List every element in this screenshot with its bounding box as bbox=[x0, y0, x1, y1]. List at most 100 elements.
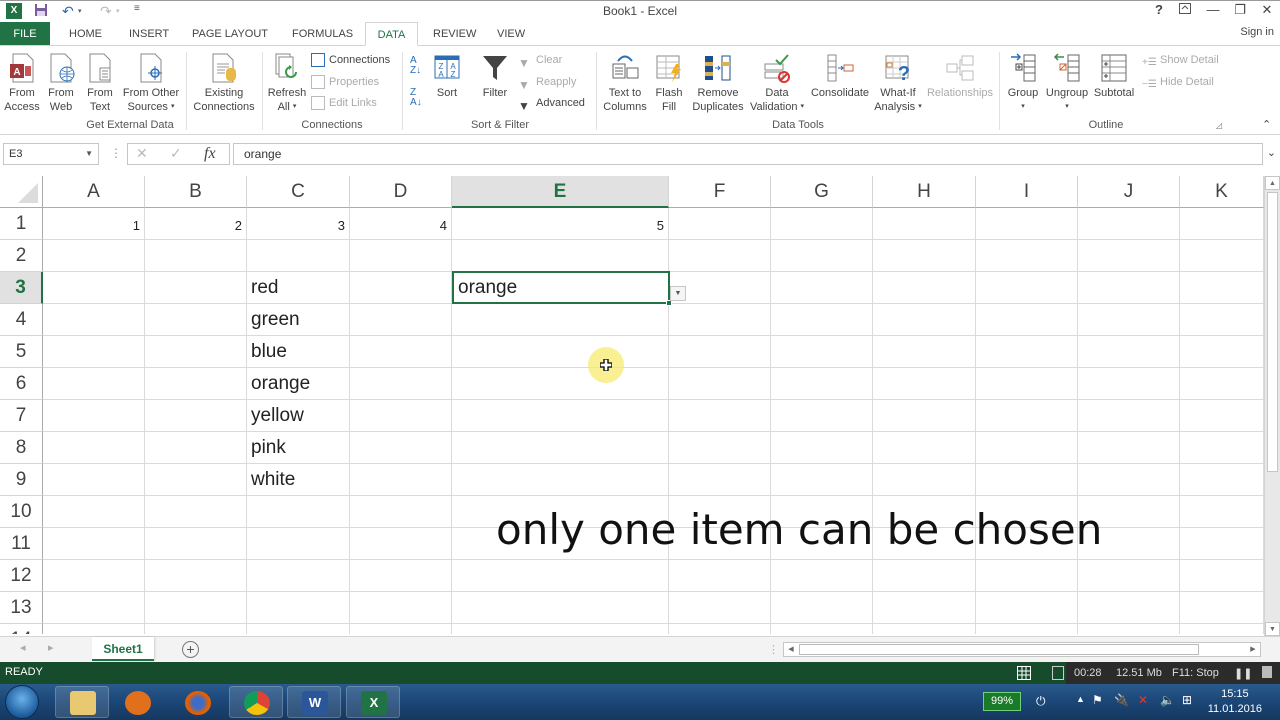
cell-a9[interactable] bbox=[43, 464, 145, 496]
cell-e8[interactable] bbox=[452, 432, 669, 464]
cell-d13[interactable] bbox=[350, 592, 452, 624]
cell-i8[interactable] bbox=[976, 432, 1078, 464]
column-header-h[interactable]: H bbox=[873, 176, 976, 208]
cell-d10[interactable] bbox=[350, 496, 452, 528]
cell-c8[interactable]: pink bbox=[247, 432, 350, 464]
cell-h7[interactable] bbox=[873, 400, 976, 432]
cell-f9[interactable] bbox=[669, 464, 771, 496]
insert-function-icon[interactable]: fx bbox=[204, 145, 216, 163]
next-sheet-icon[interactable]: ▸ bbox=[48, 641, 54, 654]
sort-a-to-z-button[interactable]: A Z↓ bbox=[410, 56, 421, 76]
column-header-i[interactable]: I bbox=[976, 176, 1078, 208]
cell-k1[interactable] bbox=[1180, 208, 1264, 240]
cell-c3[interactable]: red bbox=[247, 272, 350, 304]
cell-h13[interactable] bbox=[873, 592, 976, 624]
consolidate-button[interactable]: Consolidate bbox=[808, 52, 872, 100]
column-header-j[interactable]: J bbox=[1078, 176, 1180, 208]
cell-j13[interactable] bbox=[1078, 592, 1180, 624]
row-header-1[interactable]: 1 bbox=[0, 208, 43, 240]
cell-b10[interactable] bbox=[145, 496, 247, 528]
scroll-left-button[interactable]: ◀ bbox=[784, 643, 798, 656]
cell-f12[interactable] bbox=[669, 560, 771, 592]
cell-c10[interactable] bbox=[247, 496, 350, 528]
cell-k8[interactable] bbox=[1180, 432, 1264, 464]
cell-g5[interactable] bbox=[771, 336, 873, 368]
sign-in-link[interactable]: Sign in bbox=[1240, 26, 1274, 38]
from-other-sources-button[interactable]: From Other Sources ▾ bbox=[120, 52, 182, 114]
tab-home[interactable]: HOME bbox=[59, 22, 112, 46]
cell-g4[interactable] bbox=[771, 304, 873, 336]
cell-c5[interactable]: blue bbox=[247, 336, 350, 368]
cell-f14[interactable] bbox=[669, 624, 771, 634]
volume-icon[interactable]: 🔈 bbox=[1160, 693, 1175, 707]
cell-f1[interactable] bbox=[669, 208, 771, 240]
windows-flag-icon[interactable]: ⊞ bbox=[1182, 693, 1192, 707]
cell-b12[interactable] bbox=[145, 560, 247, 592]
from-web-button[interactable]: From Web bbox=[44, 52, 78, 114]
power-icon[interactable]: 🔌 bbox=[1114, 693, 1129, 707]
cell-j14[interactable] bbox=[1078, 624, 1180, 634]
worksheet-grid[interactable]: ABCDEFGHIJK 1234567891011121314 12345red… bbox=[0, 176, 1264, 634]
cell-g7[interactable] bbox=[771, 400, 873, 432]
cell-a7[interactable] bbox=[43, 400, 145, 432]
column-header-g[interactable]: G bbox=[771, 176, 873, 208]
cell-b2[interactable] bbox=[145, 240, 247, 272]
cell-g12[interactable] bbox=[771, 560, 873, 592]
ungroup-button[interactable]: Ungroup ▾ bbox=[1044, 52, 1090, 114]
enter-entry-icon[interactable]: ✓ bbox=[170, 145, 182, 162]
taskbar-media-player[interactable] bbox=[110, 686, 164, 718]
restore-button[interactable]: ❐ bbox=[1229, 2, 1251, 18]
cell-j1[interactable] bbox=[1078, 208, 1180, 240]
row-header-6[interactable]: 6 bbox=[0, 368, 43, 400]
cell-d2[interactable] bbox=[350, 240, 452, 272]
column-header-k[interactable]: K bbox=[1180, 176, 1264, 208]
cell-j9[interactable] bbox=[1078, 464, 1180, 496]
cell-d8[interactable] bbox=[350, 432, 452, 464]
horizontal-scrollbar[interactable]: ◀ ▶ bbox=[783, 642, 1261, 657]
cell-i13[interactable] bbox=[976, 592, 1078, 624]
cell-c1[interactable]: 3 bbox=[247, 208, 350, 240]
vertical-scrollbar[interactable]: ▲ ▼ bbox=[1264, 176, 1280, 636]
cell-d7[interactable] bbox=[350, 400, 452, 432]
row-header-2[interactable]: 2 bbox=[0, 240, 43, 272]
tab-split-handle[interactable]: ⋮ bbox=[768, 643, 779, 656]
cell-k6[interactable] bbox=[1180, 368, 1264, 400]
cell-b13[interactable] bbox=[145, 592, 247, 624]
cell-j5[interactable] bbox=[1078, 336, 1180, 368]
cell-c7[interactable]: yellow bbox=[247, 400, 350, 432]
cell-h2[interactable] bbox=[873, 240, 976, 272]
cell-i12[interactable] bbox=[976, 560, 1078, 592]
scroll-down-button[interactable]: ▼ bbox=[1265, 622, 1280, 636]
scroll-right-button[interactable]: ▶ bbox=[1246, 643, 1260, 656]
ribbon-display-options-button[interactable] bbox=[1174, 2, 1196, 17]
cancel-entry-icon[interactable]: ✕ bbox=[136, 145, 148, 162]
taskbar-chrome[interactable] bbox=[229, 686, 283, 718]
cell-a4[interactable] bbox=[43, 304, 145, 336]
existing-connections-button[interactable]: Existing Connections bbox=[190, 52, 258, 114]
active-cell-e3[interactable]: orange bbox=[452, 271, 672, 306]
cell-b11[interactable] bbox=[145, 528, 247, 560]
cell-f7[interactable] bbox=[669, 400, 771, 432]
cell-k3[interactable] bbox=[1180, 272, 1264, 304]
cell-a1[interactable]: 1 bbox=[43, 208, 145, 240]
cell-f5[interactable] bbox=[669, 336, 771, 368]
select-all-button[interactable] bbox=[0, 176, 43, 208]
column-header-e[interactable]: E bbox=[452, 176, 669, 208]
power-plug-icon[interactable]: ⏻ bbox=[1036, 694, 1046, 709]
cell-k11[interactable] bbox=[1180, 528, 1264, 560]
cell-h5[interactable] bbox=[873, 336, 976, 368]
column-header-d[interactable]: D bbox=[350, 176, 452, 208]
clear-filter-button[interactable]: ▼ Clear bbox=[518, 50, 562, 70]
edit-links-button[interactable]: Edit Links bbox=[311, 93, 377, 113]
cell-i9[interactable] bbox=[976, 464, 1078, 496]
tab-view[interactable]: VIEW bbox=[487, 22, 535, 46]
previous-sheet-icon[interactable]: ◂ bbox=[20, 641, 26, 654]
row-header-8[interactable]: 8 bbox=[0, 432, 43, 464]
cell-c12[interactable] bbox=[247, 560, 350, 592]
cell-f6[interactable] bbox=[669, 368, 771, 400]
cell-f2[interactable] bbox=[669, 240, 771, 272]
cell-k12[interactable] bbox=[1180, 560, 1264, 592]
cell-i1[interactable] bbox=[976, 208, 1078, 240]
row-header-14[interactable]: 14 bbox=[0, 624, 43, 634]
text-to-columns-button[interactable]: Text to Columns bbox=[600, 52, 650, 114]
